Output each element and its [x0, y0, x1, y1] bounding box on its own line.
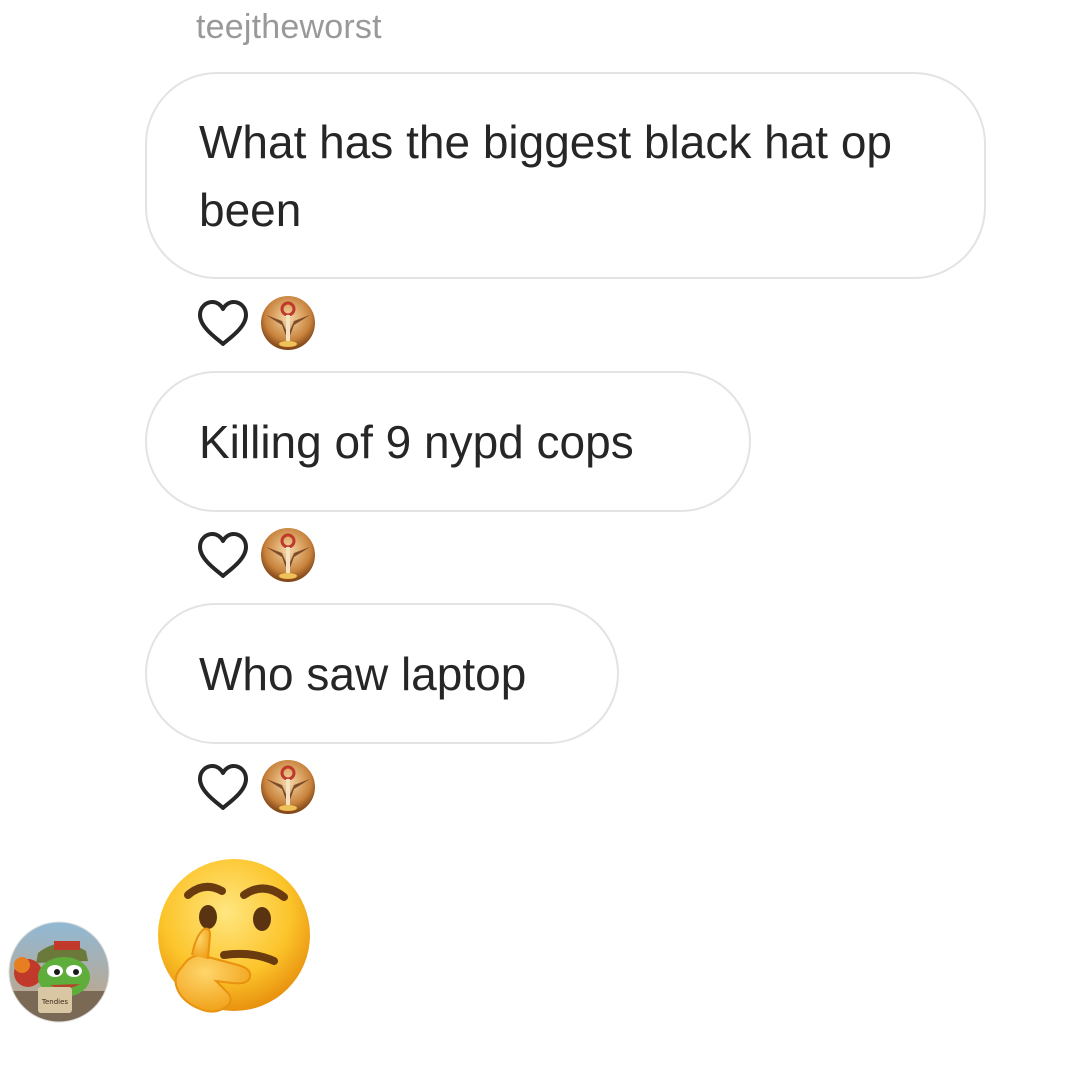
message-text: What has the biggest black hat op been [199, 115, 892, 236]
message-text: Killing of 9 nypd cops [199, 415, 634, 468]
heart-outline-icon[interactable] [196, 298, 250, 348]
message-bubble[interactable]: What has the biggest black hat op been [145, 72, 986, 279]
message-text: Who saw laptop [199, 647, 527, 700]
reactor-avatar[interactable] [260, 295, 316, 351]
avatar-caption: Tendies [41, 998, 69, 1006]
reactor-avatar[interactable] [260, 527, 316, 583]
message-reactions [196, 526, 316, 584]
message-bubble[interactable]: Who saw laptop [145, 603, 619, 744]
sender-avatar[interactable]: Tendies [8, 921, 110, 1023]
message-reactions [196, 758, 316, 816]
message-bubble[interactable]: Killing of 9 nypd cops [145, 371, 751, 512]
reactor-avatar[interactable] [260, 759, 316, 815]
heart-outline-icon[interactable] [196, 762, 250, 812]
sender-username[interactable]: teejtheworst [196, 8, 382, 47]
thinking-face-icon[interactable] [152, 855, 312, 1020]
heart-outline-icon[interactable] [196, 530, 250, 580]
message-reactions [196, 294, 316, 352]
